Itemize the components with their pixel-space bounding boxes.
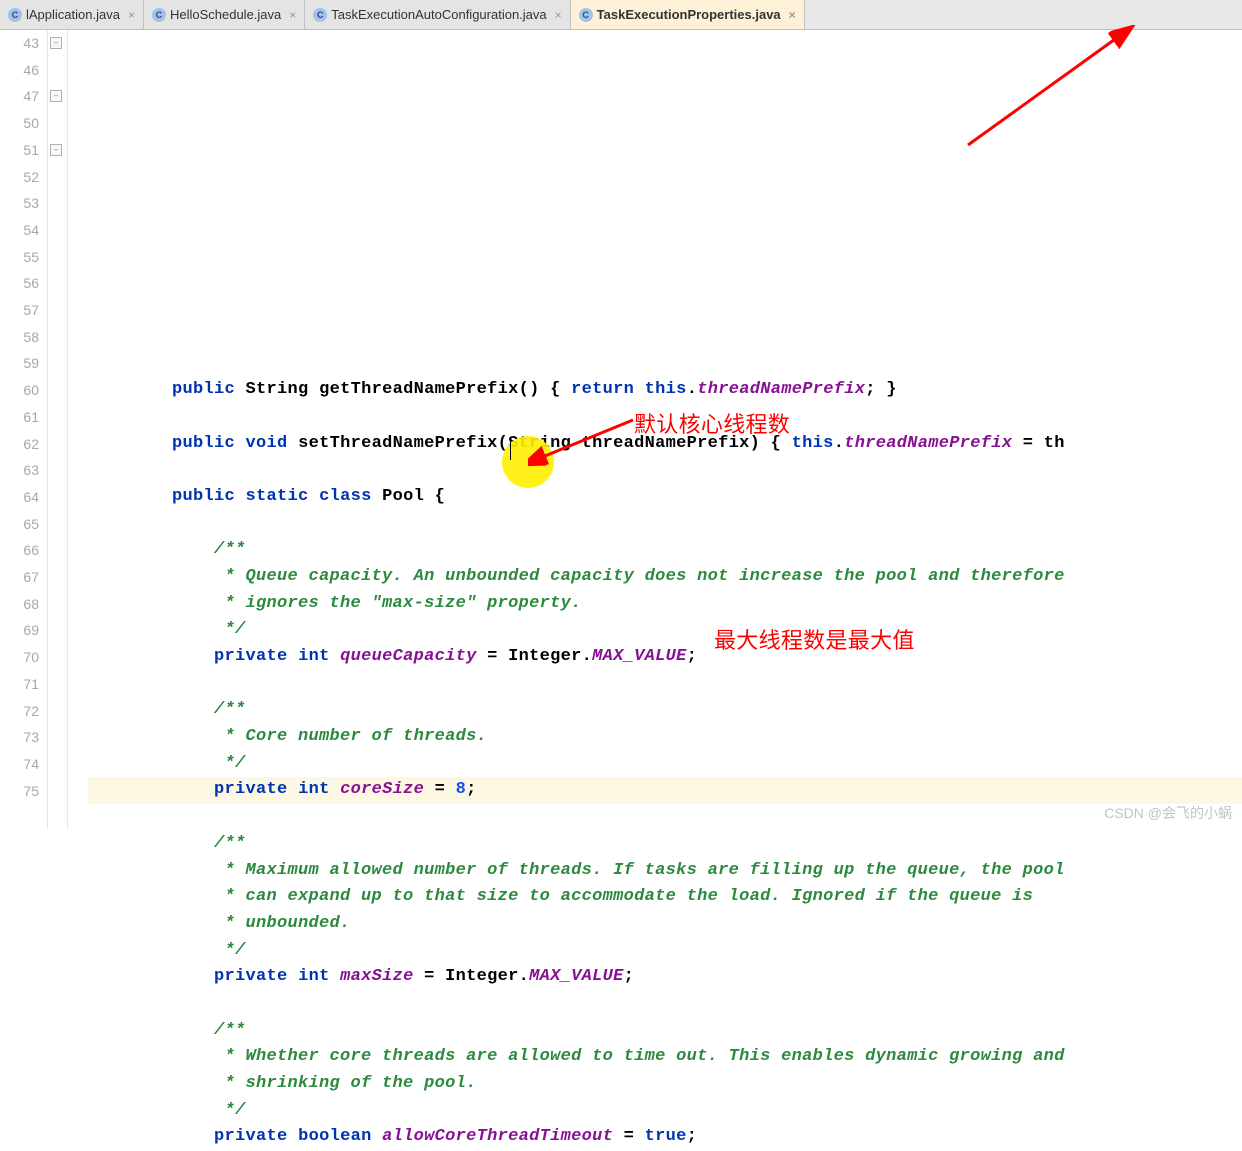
line-number: 52 (0, 164, 39, 191)
tab-0[interactable]: ClApplication.java × (0, 0, 144, 29)
code-line[interactable]: */ (88, 751, 1242, 778)
annotation-max-threads: 最大线程数是最大值 (714, 628, 915, 655)
line-number: 51 (0, 137, 39, 164)
code-line[interactable] (88, 991, 1242, 1018)
line-number: 62 (0, 431, 39, 458)
code-line[interactable]: private int coreSize = 8; (88, 777, 1242, 804)
close-icon[interactable]: × (789, 8, 796, 22)
line-number: 58 (0, 324, 39, 351)
line-number: 71 (0, 671, 39, 698)
line-number: 59 (0, 350, 39, 377)
line-number: 55 (0, 244, 39, 271)
arrow-to-active-tab (948, 25, 1138, 155)
tab-label: HelloSchedule.java (170, 7, 281, 22)
code-line[interactable]: public static class Pool { (88, 484, 1242, 511)
code-line[interactable]: * unbounded. (88, 911, 1242, 938)
tab-1[interactable]: C HelloSchedule.java × (144, 0, 305, 29)
line-number: 63 (0, 457, 39, 484)
code-line[interactable]: */ (88, 617, 1242, 644)
line-number: 70 (0, 644, 39, 671)
code-line[interactable]: /** (88, 537, 1242, 564)
fold-toggle-icon[interactable]: – (50, 144, 62, 156)
code-line[interactable] (88, 671, 1242, 698)
code-line[interactable]: * Whether core threads are allowed to ti… (88, 1044, 1242, 1071)
code-line[interactable]: public String getThreadNamePrefix() { re… (88, 377, 1242, 404)
code-line[interactable]: */ (88, 1098, 1242, 1125)
code-line[interactable]: * Maximum allowed number of threads. If … (88, 858, 1242, 885)
line-number: 74 (0, 751, 39, 778)
fold-toggle-icon[interactable]: – (50, 37, 62, 49)
close-icon[interactable]: × (555, 8, 562, 22)
tab-2[interactable]: C TaskExecutionAutoConfiguration.java × (305, 0, 570, 29)
code-line[interactable]: /** (88, 831, 1242, 858)
line-number: 72 (0, 698, 39, 725)
code-line[interactable]: * Core number of threads. (88, 724, 1242, 751)
close-icon[interactable]: × (128, 8, 135, 22)
line-number: 67 (0, 564, 39, 591)
code-line[interactable] (88, 457, 1242, 484)
line-number: 75 (0, 778, 39, 805)
editor-area: 4346475051525354555657585960616263646566… (0, 30, 1242, 829)
line-number: 64 (0, 484, 39, 511)
code-line[interactable]: private int maxSize = Integer.MAX_VALUE; (88, 964, 1242, 991)
code-line[interactable]: * Queue capacity. An unbounded capacity … (88, 564, 1242, 591)
line-number: 54 (0, 217, 39, 244)
tab-label: TaskExecutionAutoConfiguration.java (331, 7, 546, 22)
code-line[interactable] (88, 511, 1242, 538)
code-line[interactable]: /** (88, 1018, 1242, 1045)
tab-3[interactable]: C TaskExecutionProperties.java × (571, 0, 805, 29)
line-number-gutter: 4346475051525354555657585960616263646566… (0, 30, 48, 829)
line-number: 66 (0, 537, 39, 564)
line-number: 73 (0, 724, 39, 751)
close-icon[interactable]: × (289, 8, 296, 22)
fold-toggle-icon[interactable]: – (50, 90, 62, 102)
line-number: 61 (0, 404, 39, 431)
line-number: 56 (0, 270, 39, 297)
code-line[interactable] (88, 804, 1242, 831)
java-class-icon: C (8, 8, 22, 22)
java-class-icon: C (579, 8, 593, 22)
code-line[interactable]: * ignores the "max-size" property. (88, 591, 1242, 618)
code-line[interactable]: * can expand up to that size to accommod… (88, 884, 1242, 911)
code-line[interactable]: private int queueCapacity = Integer.MAX_… (88, 644, 1242, 671)
line-number: 47 (0, 83, 39, 110)
java-class-icon: C (313, 8, 327, 22)
code-content[interactable]: 默认核心线程数 最大线程数是最大值 public String getThrea… (68, 30, 1242, 829)
annotation-core-threads: 默认核心线程数 (634, 412, 790, 439)
line-number: 68 (0, 591, 39, 618)
line-number: 43 (0, 30, 39, 57)
code-line[interactable]: */ (88, 938, 1242, 965)
line-number: 53 (0, 190, 39, 217)
code-line[interactable]: private boolean allowCoreThreadTimeout =… (88, 1124, 1242, 1151)
code-line[interactable]: /** (88, 697, 1242, 724)
code-line[interactable]: * shrinking of the pool. (88, 1071, 1242, 1098)
line-number: 50 (0, 110, 39, 137)
line-number: 57 (0, 297, 39, 324)
line-number: 46 (0, 57, 39, 84)
line-number: 65 (0, 511, 39, 538)
java-class-icon: C (152, 8, 166, 22)
text-caret (510, 440, 511, 460)
line-number: 60 (0, 377, 39, 404)
tab-label: TaskExecutionProperties.java (597, 7, 781, 22)
line-number: 69 (0, 617, 39, 644)
arrow-to-coresize (528, 410, 648, 470)
tab-label: lApplication.java (26, 7, 120, 22)
fold-column: – – – (48, 30, 68, 829)
